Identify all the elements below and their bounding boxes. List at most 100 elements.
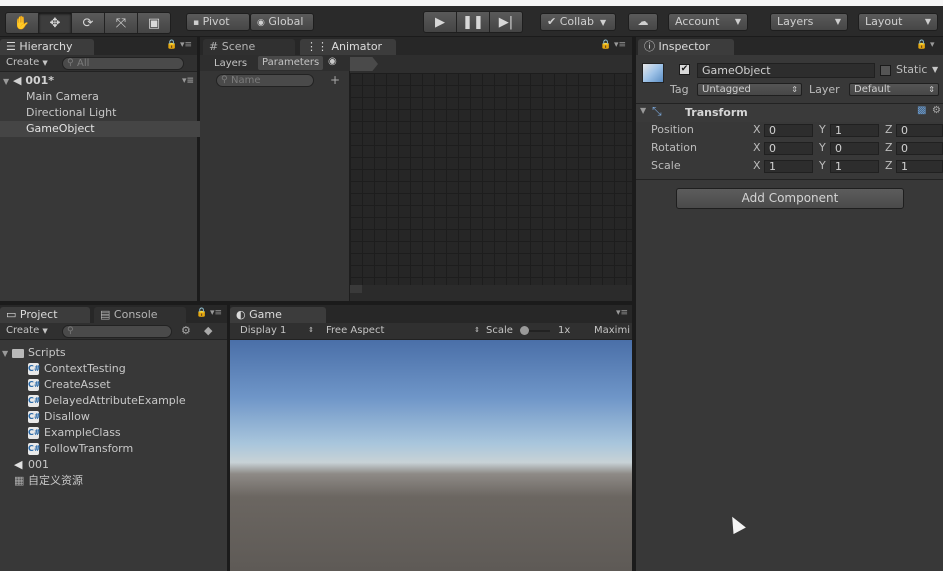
menu-icon[interactable]: ▾≡ xyxy=(614,40,626,50)
hierarchy-item-gameobject[interactable]: GameObject xyxy=(0,121,223,137)
folder-scripts[interactable]: ▼ Scripts xyxy=(0,345,66,361)
list-item[interactable]: C# Disallow xyxy=(0,409,90,425)
rotate-tool-icon[interactable]: ⟳ xyxy=(72,13,105,33)
menu-icon[interactable]: ▾≡ xyxy=(210,308,222,318)
filter-type-icon[interactable]: ⚙ xyxy=(181,324,191,337)
rotation-z-field[interactable]: 0 xyxy=(896,142,943,155)
display-dropdown[interactable]: Display 1 ⇕ xyxy=(236,324,316,338)
layers-dropdown[interactable]: Layers ▼ xyxy=(770,13,848,31)
list-item[interactable]: C# ExampleClass xyxy=(0,425,121,441)
folder-label: Scripts xyxy=(28,346,66,359)
hierarchy-item-main-camera[interactable]: Main Camera xyxy=(0,89,223,105)
filter-label-icon[interactable]: ◆ xyxy=(204,324,212,337)
position-y-field[interactable]: 1 xyxy=(830,124,879,137)
list-item[interactable]: ▦ 自定义资源 xyxy=(0,473,83,489)
rect-tool-icon[interactable]: ▣ xyxy=(138,13,170,33)
scale-x-field[interactable]: 1 xyxy=(764,160,813,173)
value: 0 xyxy=(835,142,842,155)
game-view[interactable] xyxy=(230,340,632,571)
gear-icon[interactable]: ⚙ xyxy=(932,105,941,116)
scroll-handle[interactable] xyxy=(350,285,362,293)
play-icon[interactable]: ▶ xyxy=(424,12,457,32)
layer-dropdown[interactable]: Default ⇕ xyxy=(849,83,939,96)
aspect-dropdown[interactable]: Free Aspect ⇕ xyxy=(322,324,482,338)
scale-z-field[interactable]: 1 xyxy=(896,160,943,173)
pause-icon[interactable]: ❚❚ xyxy=(457,12,490,32)
layers-label: Layers xyxy=(777,15,814,28)
list-item[interactable]: C# DelayedAttributeExample xyxy=(0,393,186,409)
menu-icon[interactable]: ▾≡ xyxy=(616,308,628,318)
tab-parameters[interactable]: Parameters xyxy=(258,56,324,70)
list-item[interactable]: C# ContextTesting xyxy=(0,361,126,377)
tab-project[interactable]: ▭ Project xyxy=(0,307,90,323)
create-dropdown[interactable]: Create ▼ xyxy=(2,56,52,70)
menu-icon[interactable]: ▾ xyxy=(930,40,935,50)
active-checkbox[interactable]: ✔ xyxy=(679,64,690,75)
list-item[interactable]: C# FollowTransform xyxy=(0,441,133,457)
animator-grid[interactable] xyxy=(350,73,632,285)
parameters-search-input[interactable]: ⚲ Name xyxy=(216,74,314,87)
tab-inspector[interactable]: ⓘ Inspector xyxy=(638,39,734,55)
static-checkbox[interactable] xyxy=(880,65,891,76)
eye-icon[interactable]: ◉ xyxy=(328,56,337,67)
hierarchy-item-label: Directional Light xyxy=(26,106,117,119)
move-tool-icon[interactable]: ✥ xyxy=(39,13,72,33)
tab-hierarchy[interactable]: ☰ Hierarchy xyxy=(0,39,94,55)
add-component-button[interactable]: Add Component xyxy=(676,188,904,209)
menu-icon[interactable]: ▾≡ xyxy=(182,73,194,89)
global-button[interactable]: ◉ Global xyxy=(250,13,314,31)
tab-console[interactable]: ▤ Console xyxy=(94,307,186,323)
object-name-field[interactable]: GameObject xyxy=(697,63,875,78)
project-search-input[interactable]: ⚲ xyxy=(62,325,172,338)
scale-slider-thumb[interactable] xyxy=(520,326,529,335)
console-icon: ▤ xyxy=(100,308,111,321)
inspector-panel: ⓘ Inspector 🔒 ▾ ✔ GameObject Static ▼ Ta… xyxy=(636,37,943,571)
lock-icon[interactable]: 🔒 xyxy=(196,308,207,318)
script-icon: C# xyxy=(28,427,41,439)
maximize-toggle[interactable]: Maximi xyxy=(590,324,634,338)
rotation-y-field[interactable]: 0 xyxy=(830,142,879,155)
menu-icon[interactable]: ▾≡ xyxy=(180,40,192,50)
create-dropdown[interactable]: Create ▼ xyxy=(2,324,52,338)
hierarchy-item-directional-light[interactable]: Directional Light xyxy=(0,105,223,121)
layout-dropdown[interactable]: Layout ▼ xyxy=(858,13,938,31)
tag-dropdown[interactable]: Untagged ⇕ xyxy=(697,83,802,96)
pivot-icon: ▪ xyxy=(193,18,200,28)
transform-header[interactable]: ▼ ⤡ Transform ▩ ⚙ xyxy=(636,104,943,122)
step-icon[interactable]: ▶| xyxy=(490,12,522,32)
lock-icon[interactable]: 🔒 xyxy=(916,40,927,50)
list-item[interactable]: ◀ 001 xyxy=(0,457,49,473)
chevron-down-icon: ▼ xyxy=(734,17,741,26)
scale-y-field[interactable]: 1 xyxy=(830,160,879,173)
search-icon: ⚲ xyxy=(67,58,74,68)
help-icon[interactable]: ▩ xyxy=(917,105,926,116)
value: 1 xyxy=(835,160,842,173)
caret-down-icon: ▼ xyxy=(3,77,10,86)
breadcrumb[interactable] xyxy=(350,57,378,71)
tab-layers[interactable]: Layers xyxy=(210,57,251,71)
scene-row[interactable]: ▼ ◀ 001* ▾≡ xyxy=(0,73,200,89)
collab-button[interactable]: ✔ Collab ▼ xyxy=(540,13,616,31)
position-z-field[interactable]: 0 xyxy=(896,124,943,137)
lock-icon[interactable]: 🔒 xyxy=(600,40,611,50)
add-parameter-button[interactable]: + xyxy=(330,73,340,87)
hierarchy-search-input[interactable]: ⚲ All xyxy=(62,57,184,70)
asset-icon: ▦ xyxy=(14,474,25,487)
scale-tool-icon[interactable]: ⤧ xyxy=(105,13,138,33)
lock-icon[interactable]: 🔒 xyxy=(166,40,177,50)
tab-animator[interactable]: ⋮⋮ Animator xyxy=(300,39,396,55)
list-item[interactable]: C# CreateAsset xyxy=(0,377,111,393)
tab-game[interactable]: ◐ Game xyxy=(230,307,326,323)
chevron-down-icon[interactable]: ▼ xyxy=(932,65,938,74)
rotation-x-field[interactable]: 0 xyxy=(764,142,813,155)
account-dropdown[interactable]: Account ▼ xyxy=(668,13,748,31)
cloud-button[interactable]: ☁ xyxy=(628,13,658,31)
position-x-field[interactable]: 0 xyxy=(764,124,813,137)
hierarchy-item-label: Main Camera xyxy=(26,90,99,103)
tab-scene[interactable]: # Scene xyxy=(203,39,295,55)
folder-icon xyxy=(12,348,24,358)
updown-icon: ⇕ xyxy=(791,85,798,94)
hand-tool-icon[interactable]: ✋ xyxy=(6,13,39,33)
hierarchy-tab-label: Hierarchy xyxy=(19,40,73,53)
pivot-button[interactable]: ▪ Pivot xyxy=(186,13,250,31)
